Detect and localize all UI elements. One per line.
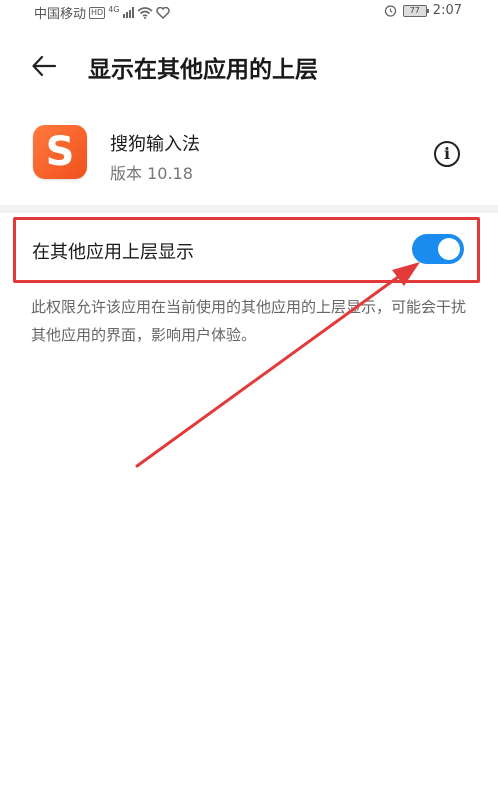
annotation-arrow-icon [135,262,420,468]
page: 中国移动 HD 4G 77 2:07 显示在其他应用的上层 S 搜狗输入法 版本… [0,0,498,806]
